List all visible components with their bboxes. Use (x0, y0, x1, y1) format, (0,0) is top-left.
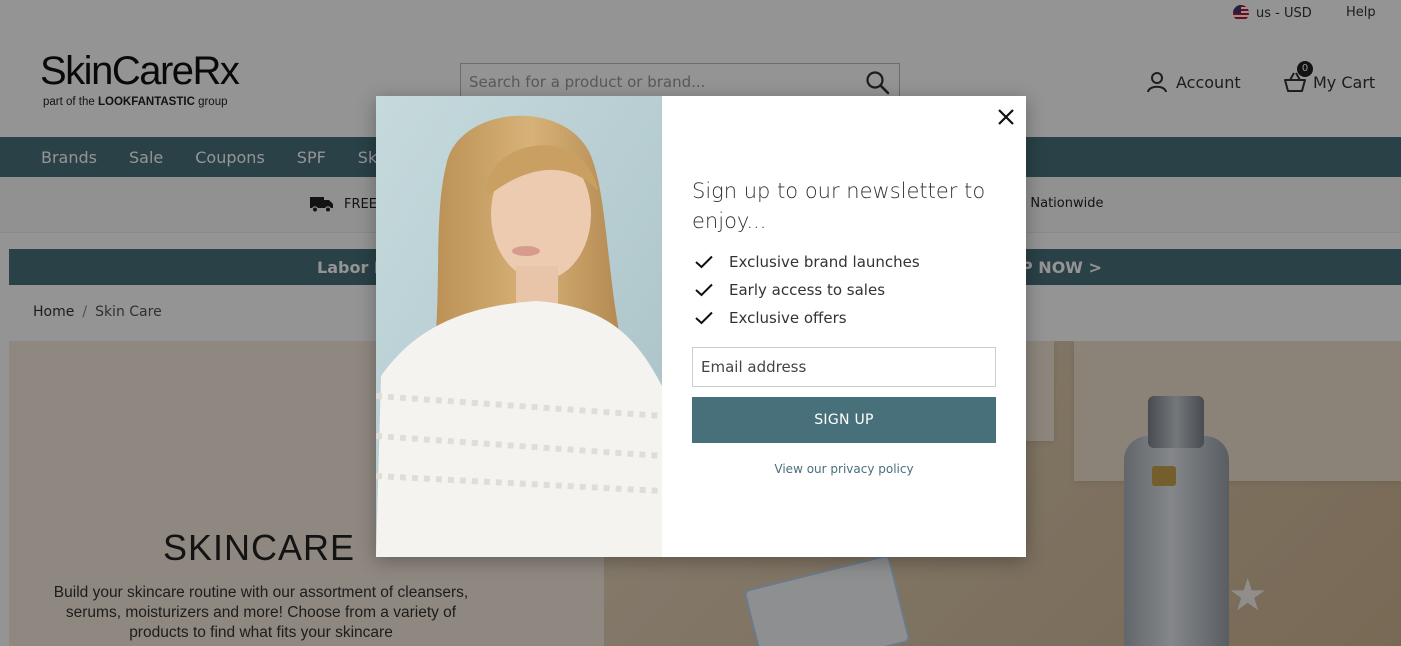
list-item: Exclusive brand launches (695, 248, 920, 276)
benefit-label: Exclusive brand launches (729, 253, 920, 271)
email-field[interactable] (692, 347, 996, 387)
privacy-policy-link[interactable]: View our privacy policy (692, 462, 996, 476)
list-item: Early access to sales (695, 276, 920, 304)
checkmark-icon (695, 283, 713, 297)
newsletter-title: Sign up to our newsletter to enjoy... (692, 179, 986, 233)
newsletter-benefits-list: Exclusive brand launches Early access to… (695, 248, 920, 332)
benefit-label: Exclusive offers (729, 309, 847, 327)
benefit-label: Early access to sales (729, 281, 886, 299)
model-portrait-image (376, 96, 662, 557)
model-photo (376, 96, 662, 557)
checkmark-icon (695, 311, 713, 325)
newsletter-modal: Sign up to our newsletter to enjoy... Ex… (376, 96, 1026, 557)
list-item: Exclusive offers (695, 304, 920, 332)
checkmark-icon (695, 255, 713, 269)
sign-up-button[interactable]: SIGN UP (692, 397, 996, 443)
close-icon[interactable] (994, 105, 1018, 129)
